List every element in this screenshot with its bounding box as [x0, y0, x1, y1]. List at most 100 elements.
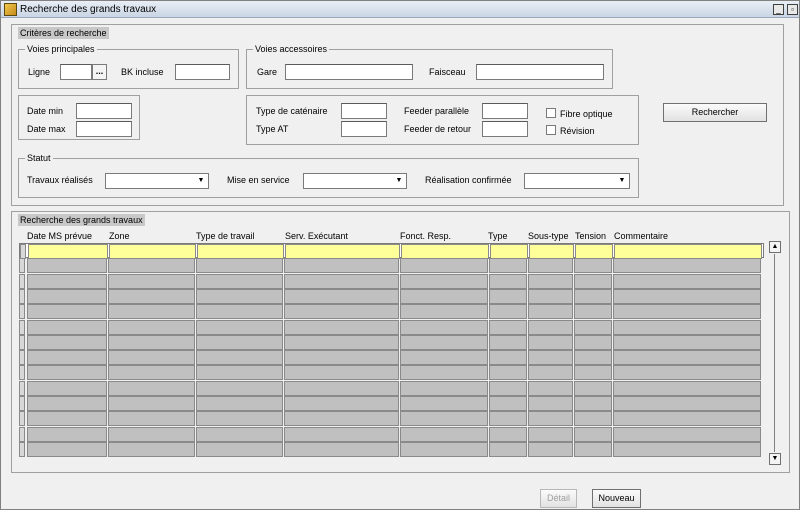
feeder-parallele-input[interactable] [482, 103, 528, 119]
table-cell[interactable] [284, 258, 399, 274]
table-cell[interactable] [528, 334, 573, 350]
table-cell[interactable] [613, 288, 761, 304]
table-cell[interactable] [400, 441, 488, 457]
table-cell[interactable] [196, 288, 283, 304]
table-cell[interactable] [574, 441, 612, 457]
table-cell[interactable] [528, 319, 573, 335]
table-cell[interactable] [27, 441, 107, 457]
date-min-input[interactable] [76, 103, 132, 119]
table-cell[interactable] [108, 273, 195, 289]
table-cell[interactable] [400, 258, 488, 274]
table-row[interactable] [19, 334, 764, 350]
table-cell[interactable] [196, 273, 283, 289]
table-cell[interactable] [574, 288, 612, 304]
scroll-down-icon[interactable]: ▼ [769, 453, 781, 465]
table-cell[interactable] [285, 244, 400, 259]
table-cell[interactable] [196, 380, 283, 396]
table-cell[interactable] [196, 365, 283, 381]
table-cell[interactable] [284, 319, 399, 335]
feeder-retour-input[interactable] [482, 121, 528, 137]
table-cell[interactable] [613, 411, 761, 427]
table-cell[interactable] [614, 244, 762, 259]
table-cell[interactable] [108, 258, 195, 274]
table-cell[interactable] [196, 396, 283, 411]
realisation-confirmee-select[interactable]: ▼ [524, 173, 630, 189]
row-indicator[interactable] [19, 396, 25, 411]
table-cell[interactable] [284, 350, 399, 366]
mise-en-service-select[interactable]: ▼ [303, 173, 407, 189]
table-cell[interactable] [196, 319, 283, 335]
table-cell[interactable] [613, 350, 761, 366]
table-cell[interactable] [28, 244, 108, 259]
table-cell[interactable] [284, 334, 399, 350]
table-cell[interactable] [613, 319, 761, 335]
minimize-button[interactable]: _ [773, 4, 784, 15]
table-cell[interactable] [489, 304, 527, 320]
table-cell[interactable] [27, 273, 107, 289]
table-cell[interactable] [528, 350, 573, 366]
table-row[interactable] [19, 426, 764, 442]
row-indicator[interactable] [19, 258, 25, 274]
col-sous-type[interactable]: Sous-type [528, 231, 569, 241]
table-cell[interactable] [528, 380, 573, 396]
table-row[interactable] [19, 441, 764, 457]
table-cell[interactable] [574, 365, 612, 381]
table-cell[interactable] [284, 273, 399, 289]
table-cell[interactable] [529, 244, 574, 259]
table-cell[interactable] [284, 411, 399, 427]
table-cell[interactable] [489, 396, 527, 411]
table-cell[interactable] [27, 319, 107, 335]
table-cell[interactable] [613, 304, 761, 320]
detail-button[interactable]: Détail [540, 489, 577, 508]
table-cell[interactable] [574, 350, 612, 366]
table-cell[interactable] [574, 319, 612, 335]
table-cell[interactable] [489, 319, 527, 335]
table-cell[interactable] [196, 411, 283, 427]
col-date-ms-prevue[interactable]: Date MS prévue [27, 231, 92, 241]
table-row[interactable] [19, 380, 764, 396]
table-cell[interactable] [490, 244, 528, 259]
scroll-up-icon[interactable]: ▲ [769, 241, 781, 253]
table-cell[interactable] [489, 441, 527, 457]
table-cell[interactable] [400, 334, 488, 350]
col-fonct-resp[interactable]: Fonct. Resp. [400, 231, 451, 241]
table-cell[interactable] [613, 334, 761, 350]
table-cell[interactable] [284, 365, 399, 381]
row-indicator[interactable] [19, 334, 25, 350]
table-cell[interactable] [108, 441, 195, 457]
row-indicator[interactable] [20, 244, 26, 259]
table-cell[interactable] [528, 365, 573, 381]
col-zone[interactable]: Zone [109, 231, 130, 241]
table-cell[interactable] [109, 244, 196, 259]
table-row[interactable] [19, 258, 764, 274]
table-cell[interactable] [528, 426, 573, 442]
col-serv-executant[interactable]: Serv. Exécutant [285, 231, 348, 241]
date-max-input[interactable] [76, 121, 132, 137]
table-cell[interactable] [284, 396, 399, 411]
table-cell[interactable] [27, 396, 107, 411]
table-cell[interactable] [528, 441, 573, 457]
table-cell[interactable] [489, 380, 527, 396]
table-cell[interactable] [613, 426, 761, 442]
table-cell[interactable] [528, 273, 573, 289]
table-cell[interactable] [613, 365, 761, 381]
table-cell[interactable] [108, 380, 195, 396]
table-cell[interactable] [613, 258, 761, 274]
table-cell[interactable] [196, 334, 283, 350]
table-cell[interactable] [489, 411, 527, 427]
row-indicator[interactable] [19, 350, 25, 366]
table-cell[interactable] [284, 288, 399, 304]
row-indicator[interactable] [19, 273, 25, 289]
row-indicator[interactable] [19, 380, 25, 396]
table-cell[interactable] [27, 350, 107, 366]
type-catenaire-input[interactable] [341, 103, 387, 119]
row-indicator[interactable] [19, 365, 25, 381]
row-indicator[interactable] [19, 319, 25, 335]
table-cell[interactable] [196, 258, 283, 274]
table-cell[interactable] [108, 288, 195, 304]
table-cell[interactable] [574, 258, 612, 274]
table-cell[interactable] [489, 273, 527, 289]
table-cell[interactable] [400, 396, 488, 411]
bk-input[interactable] [175, 64, 230, 80]
scroll-track[interactable] [774, 254, 775, 452]
